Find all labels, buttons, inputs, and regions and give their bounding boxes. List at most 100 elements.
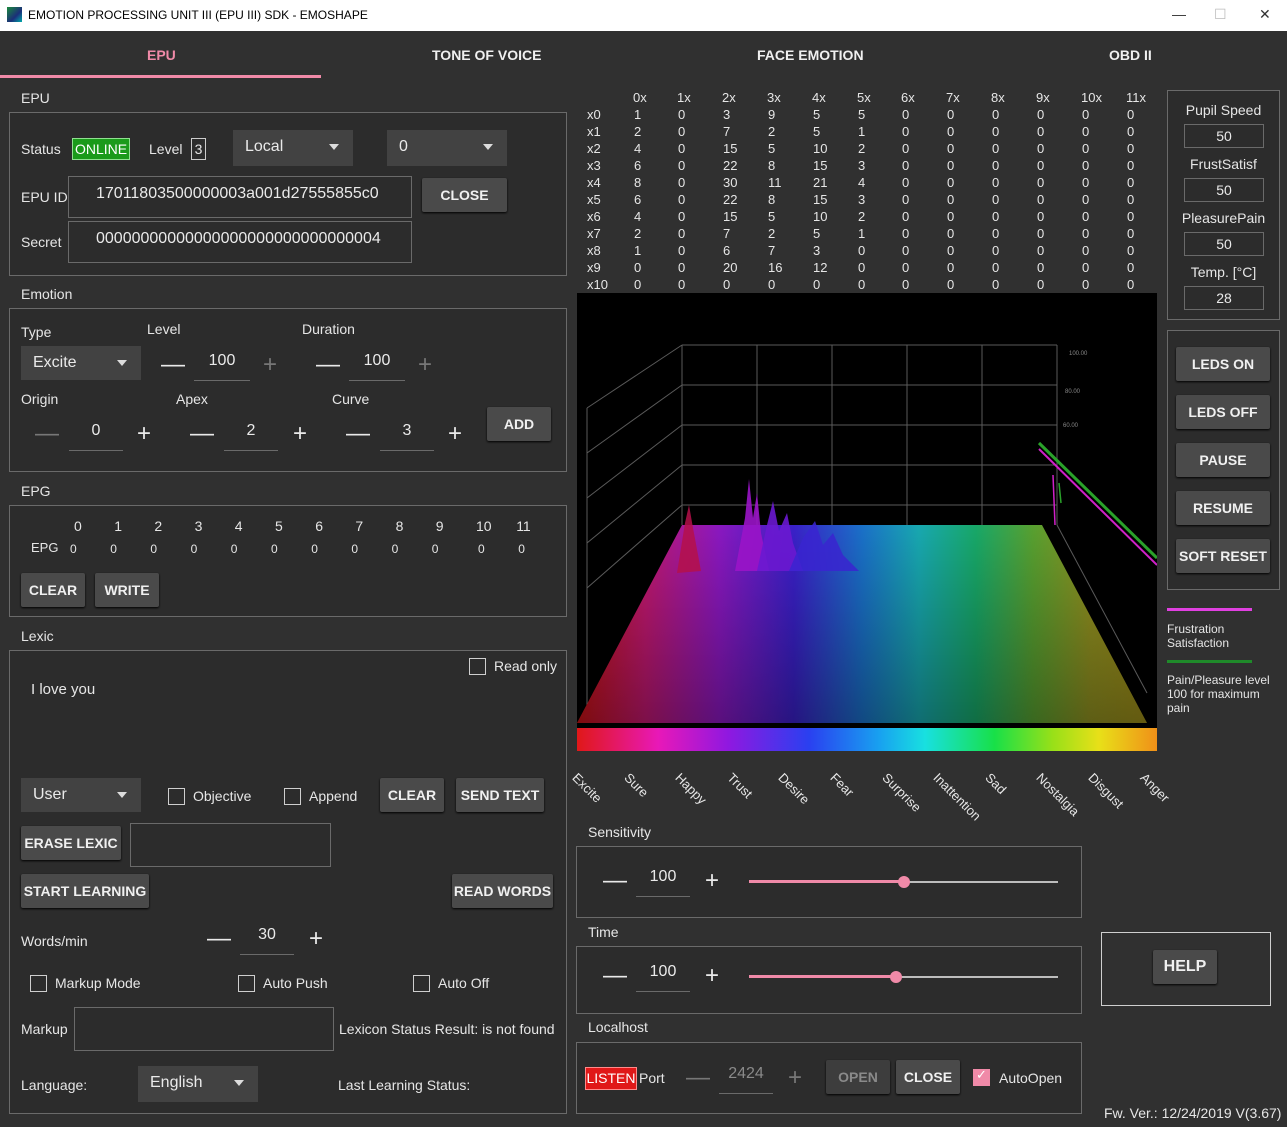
matrix-col-header-9: 9x: [1036, 90, 1050, 105]
markup-input[interactable]: [74, 1007, 334, 1051]
append-label: Append: [309, 788, 358, 804]
secret-field[interactable]: 00000000000000000000000000000004: [68, 221, 412, 263]
apex-spin-value[interactable]: 2: [224, 422, 278, 451]
matrix-cell: 0: [1037, 260, 1045, 275]
minimize-icon[interactable]: —: [1172, 6, 1186, 22]
matrix-cell: 0: [678, 260, 686, 275]
apex-plus-button[interactable]: +: [293, 422, 307, 446]
port-spin-value[interactable]: 2424: [719, 1065, 773, 1094]
epg-write-button[interactable]: WRITE: [95, 573, 159, 607]
markup-mode-checkbox[interactable]: [30, 975, 47, 992]
auto-off-checkbox[interactable]: [413, 975, 430, 992]
objective-checkbox[interactable]: [168, 788, 185, 805]
plot-tick-60: 60.00: [1063, 423, 1079, 429]
leds-off-button[interactable]: LEDS OFF: [1176, 395, 1270, 429]
leds-on-button[interactable]: LEDS ON: [1176, 347, 1270, 381]
apex-minus-button[interactable]: —: [190, 422, 214, 446]
matrix-cell: 0: [902, 277, 910, 292]
soft-reset-button[interactable]: SOFT RESET: [1176, 539, 1270, 573]
emotion-axis-label-11: Anger: [1136, 770, 1173, 806]
port-plus-button[interactable]: +: [788, 1066, 802, 1090]
level-minus-button[interactable]: —: [161, 353, 185, 377]
markup-mode-label: Markup Mode: [55, 975, 141, 991]
time-slider-knob[interactable]: [890, 971, 902, 983]
tab-epu[interactable]: EPU: [147, 47, 176, 63]
autoopen-checkbox[interactable]: ✓: [973, 1067, 990, 1086]
send-text-button[interactable]: SEND TEXT: [456, 778, 544, 812]
epg-value-11: 0: [518, 542, 525, 556]
mode-select[interactable]: Local: [233, 130, 353, 166]
tab-obd-ii[interactable]: OBD II: [1109, 47, 1152, 63]
origin-plus-button[interactable]: +: [137, 422, 151, 446]
matrix-cell: 0: [678, 141, 686, 156]
erase-lexic-input[interactable]: [130, 823, 331, 867]
epg-clear-button[interactable]: CLEAR: [21, 573, 85, 607]
epu-section-title: EPU: [21, 90, 50, 106]
duration-minus-button[interactable]: —: [316, 353, 340, 377]
time-minus-button[interactable]: —: [603, 964, 627, 988]
time-slider[interactable]: [749, 970, 1058, 984]
epg-header-1: 1: [114, 518, 122, 534]
close-window-icon[interactable]: ✕: [1259, 6, 1271, 23]
time-spin-value[interactable]: 100: [636, 963, 690, 992]
start-learning-button[interactable]: START LEARNING: [21, 874, 149, 908]
tab-face-emotion[interactable]: FACE EMOTION: [757, 47, 864, 63]
sensitivity-plus-button[interactable]: +: [705, 869, 719, 893]
level-spin-value[interactable]: 100: [194, 352, 250, 381]
matrix-cell: 0: [1127, 192, 1135, 207]
sensitivity-spin-value[interactable]: 100: [636, 868, 690, 897]
origin-spin-value[interactable]: 0: [69, 422, 123, 451]
epg-section-title: EPG: [21, 483, 51, 499]
origin-minus-button[interactable]: —: [35, 422, 59, 446]
add-emotion-button[interactable]: ADD: [487, 407, 551, 441]
tab-tone-of-voice[interactable]: TONE OF VOICE: [432, 47, 541, 63]
wpm-minus-button[interactable]: —: [207, 927, 231, 951]
lexic-user-select[interactable]: User: [21, 778, 141, 812]
curve-plus-button[interactable]: +: [448, 422, 462, 446]
matrix-cell: 2: [634, 124, 642, 139]
port-minus-button[interactable]: —: [686, 1066, 710, 1090]
curve-spin-value[interactable]: 3: [380, 422, 434, 451]
duration-plus-button[interactable]: +: [418, 353, 432, 377]
level-plus-button[interactable]: +: [263, 353, 277, 377]
duration-spin-value[interactable]: 100: [349, 352, 405, 381]
matrix-cell: 0: [1082, 192, 1090, 207]
lexic-clear-button[interactable]: CLEAR: [380, 778, 444, 812]
help-button[interactable]: HELP: [1153, 950, 1217, 984]
chevron-down-icon: [234, 1080, 244, 1086]
epu-id-field[interactable]: 17011803500000003a001d27555855c0: [68, 176, 412, 218]
curve-minus-button[interactable]: —: [346, 422, 370, 446]
language-select[interactable]: English: [138, 1066, 258, 1102]
sensitivity-minus-button[interactable]: —: [603, 869, 627, 893]
channel-select[interactable]: 0: [387, 130, 507, 166]
matrix-cell: 22: [723, 192, 738, 207]
resume-button[interactable]: RESUME: [1176, 491, 1270, 525]
emotion-type-value: Excite: [33, 354, 77, 371]
matrix-cell: 0: [992, 226, 1000, 241]
matrix-cell: 0: [634, 277, 642, 292]
read-only-checkbox[interactable]: [469, 658, 486, 675]
pleasurepain-value: 50: [1184, 232, 1264, 256]
wpm-spin-value[interactable]: 30: [240, 926, 294, 955]
epg-header-3: 3: [194, 518, 203, 534]
auto-push-checkbox[interactable]: [238, 975, 255, 992]
sensitivity-slider[interactable]: [749, 875, 1058, 889]
wpm-plus-button[interactable]: +: [309, 927, 323, 951]
plot-floor-shade: [577, 525, 1147, 723]
type-label: Type: [21, 324, 52, 340]
read-only-label: Read only: [494, 658, 558, 674]
erase-lexic-button[interactable]: ERASE LEXIC: [21, 826, 121, 860]
open-port-button[interactable]: OPEN: [826, 1060, 890, 1094]
maximize-icon[interactable]: ☐: [1214, 6, 1227, 23]
epu-close-button[interactable]: CLOSE: [422, 178, 507, 212]
lexic-text-area[interactable]: I love you: [31, 681, 95, 698]
append-checkbox[interactable]: [284, 788, 301, 805]
read-words-button[interactable]: READ WORDS: [452, 874, 553, 908]
time-plus-button[interactable]: +: [705, 964, 719, 988]
matrix-row-label-3: x3: [587, 158, 601, 173]
emotion-type-select[interactable]: Excite: [21, 346, 141, 380]
pause-button[interactable]: PAUSE: [1176, 443, 1270, 477]
close-port-button[interactable]: CLOSE: [896, 1060, 960, 1094]
firmware-version: Fw. Ver.: 12/24/2019 V(3.67): [1104, 1105, 1282, 1121]
sensitivity-slider-knob[interactable]: [898, 876, 910, 888]
